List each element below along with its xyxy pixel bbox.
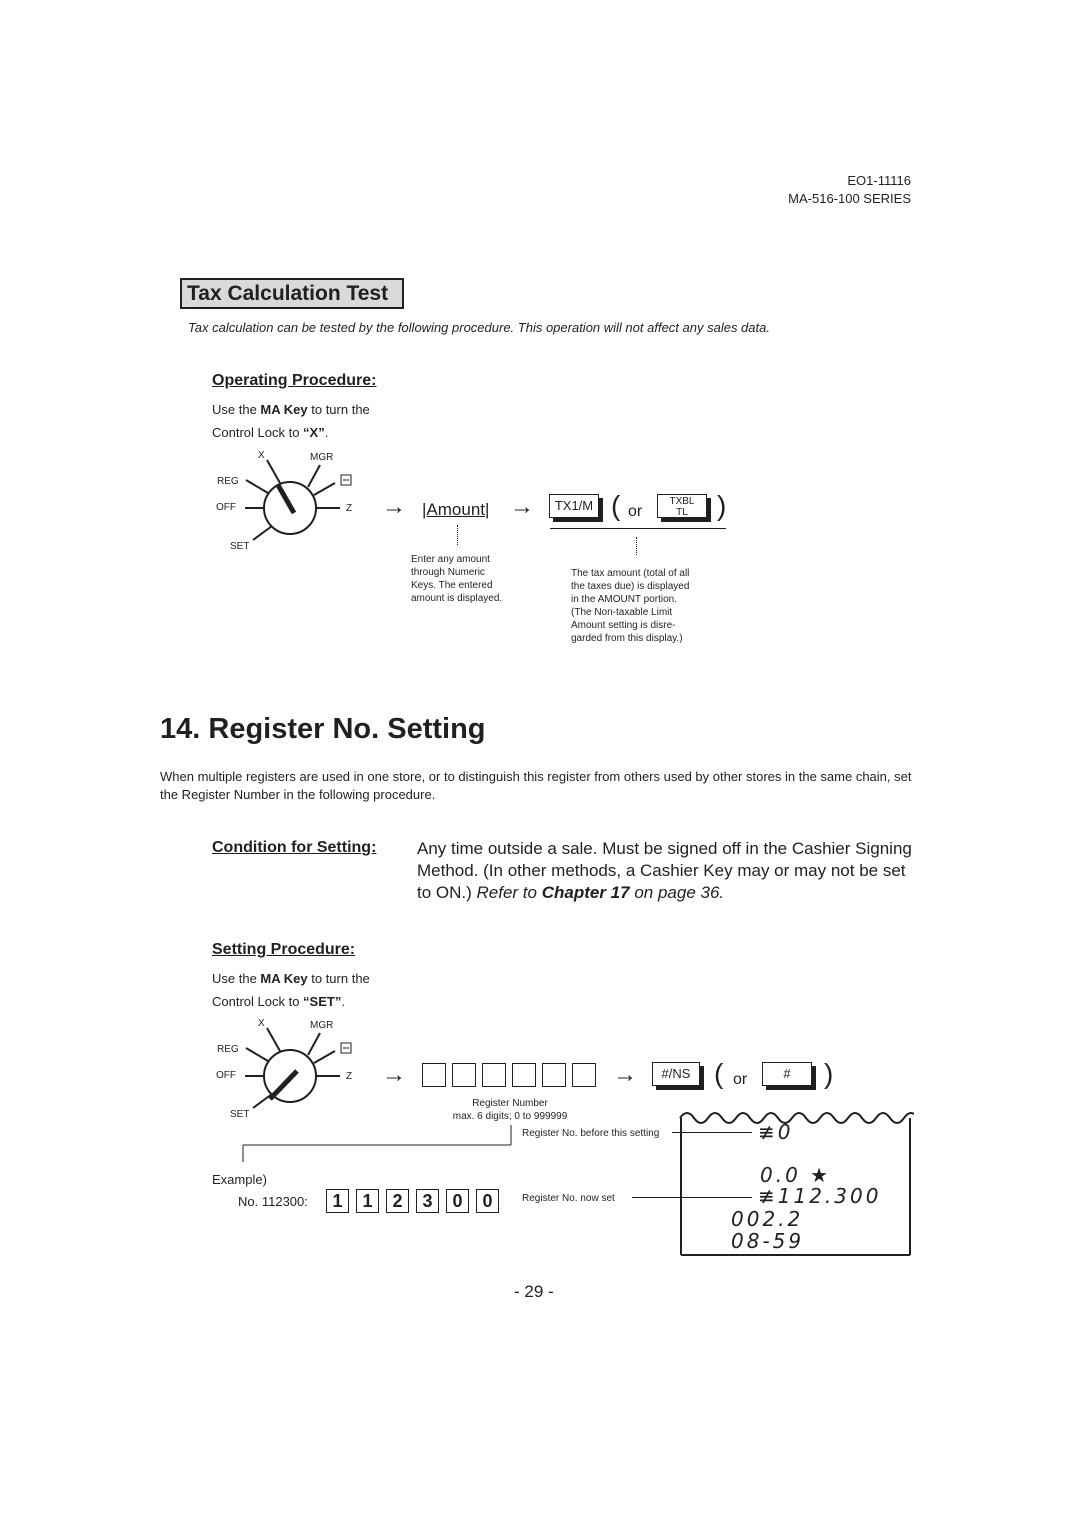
lock-label-z: Z [346, 503, 353, 514]
amount-entry-label: |Amount| [422, 500, 490, 519]
receipt-line-3: 002.2 [731, 1207, 804, 1231]
lock-label-set: SET [230, 1109, 250, 1120]
page-number: - 29 - [514, 1282, 554, 1301]
section-title-tax-calculation-test: Tax Calculation Test [180, 278, 404, 309]
arrow-right-icon: → [382, 1061, 406, 1088]
example-digits: 1 1 2 3 0 0 [326, 1189, 499, 1213]
label-register-before: Register No. before this setting [522, 1128, 660, 1139]
operating-procedure-heading: Operating Procedure: [212, 372, 377, 389]
receipt-register-now: ≢112.300 [758, 1184, 882, 1208]
dotted-leader [457, 525, 458, 545]
lock-label-reg: REG [217, 476, 239, 487]
digit-box[interactable] [572, 1063, 596, 1087]
condition-text: Any time outside a sale. Must be signed … [417, 839, 912, 902]
setting-instruction: Use the MA Key to turn the Control Lock … [212, 971, 370, 1009]
bracket-connector [242, 1125, 512, 1162]
receipt-line-4: 08-59 [731, 1229, 805, 1253]
lock-label-mgr: MGR [310, 452, 334, 463]
doc-series: MA-516-100 SERIES [788, 191, 911, 206]
example-digit: 0 [446, 1189, 469, 1213]
arrow-right-icon: → [382, 493, 406, 520]
key-hash[interactable]: # [762, 1062, 812, 1086]
digit-box[interactable] [542, 1063, 566, 1087]
note-tax-display: The tax amount (total of all the taxes d… [571, 568, 690, 644]
paren-close: ) [824, 1058, 834, 1089]
section-heading-register-no-setting: 14. Register No. Setting [160, 713, 486, 745]
dotted-leader [636, 537, 637, 555]
document-id: EO1-11116 MA-516-100 SERIES [788, 172, 911, 208]
key-tx1m[interactable]: TX1/M [549, 494, 599, 518]
example-digit: 3 [416, 1189, 439, 1213]
lock-label-off: OFF [216, 1070, 236, 1081]
or-text: or [733, 1071, 748, 1088]
lock-label-x: X [258, 450, 265, 461]
digit-box[interactable] [512, 1063, 536, 1087]
example-digit: 2 [386, 1189, 409, 1213]
tax-test-intro: Tax calculation can be tested by the fol… [188, 320, 770, 335]
example-number-label: No. 112300: [238, 1194, 308, 1209]
note-amount-entry: Enter any amount through Numeric Keys. T… [411, 554, 503, 604]
receipt-register-before: ≢0 [758, 1120, 794, 1144]
register-setting-description: When multiple registers are used in one … [160, 769, 912, 802]
condition-label: Condition for Setting: [212, 839, 377, 856]
lock-label-reg: REG [217, 1044, 239, 1055]
example-label: Example) [212, 1172, 267, 1187]
digit-box[interactable] [422, 1063, 446, 1087]
setting-procedure-heading: Setting Procedure: [212, 941, 356, 958]
lock-label-mgr: MGR [310, 1020, 334, 1031]
or-text: or [628, 503, 643, 520]
arrow-right-icon: → [510, 493, 534, 520]
register-number-input[interactable] [422, 1063, 596, 1087]
digit-box[interactable] [452, 1063, 476, 1087]
lock-label-z: Z [346, 1071, 353, 1082]
label-register-now: Register No. now set [522, 1193, 615, 1204]
lock-label-off: OFF [216, 502, 236, 513]
example-digit: 1 [326, 1189, 349, 1213]
key-underline [550, 528, 726, 529]
digit-box[interactable] [482, 1063, 506, 1087]
example-digit: 1 [356, 1189, 379, 1213]
key-ns[interactable]: #/NS [652, 1062, 700, 1086]
key-txbl-tl[interactable]: TXBL TL [657, 494, 707, 518]
example-digit: 0 [476, 1189, 499, 1213]
doc-number: EO1-11116 [847, 173, 911, 188]
operating-instruction: Use the MA Key to turn the Control Lock … [212, 402, 370, 440]
lock-label-set: SET [230, 541, 250, 552]
arrow-right-icon: → [613, 1061, 637, 1088]
lock-label-x: X [258, 1018, 265, 1029]
paren-open: ( [611, 490, 621, 521]
paren-close: ) [717, 490, 727, 521]
paren-open: ( [714, 1058, 724, 1089]
